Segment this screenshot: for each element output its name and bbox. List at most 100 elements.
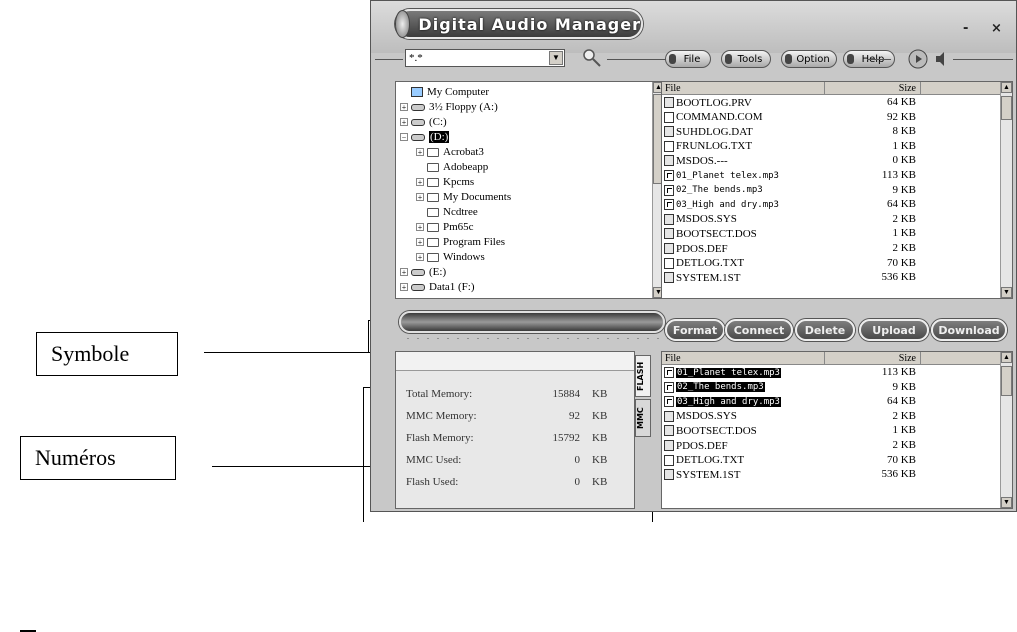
tree-item[interactable]: + Data1 (F:) [400, 280, 475, 294]
file-row[interactable]: BOOTSECT.DOS [662, 227, 757, 240]
tree-item[interactable]: + (E:) [400, 265, 446, 279]
expand-icon[interactable]: + [400, 283, 408, 292]
scroll-down-icon[interactable]: ▼ [1001, 287, 1012, 298]
scroll-up-icon[interactable]: ▲ [1001, 352, 1012, 363]
tree-item[interactable]: Ncdtree [416, 205, 478, 219]
expand-icon[interactable]: + [400, 268, 408, 277]
file-row[interactable]: 03_High and dry.mp3 [662, 395, 781, 408]
play-icon[interactable] [907, 48, 929, 70]
close-button[interactable]: × [991, 21, 1002, 36]
file-row[interactable]: MSDOS.SYS [662, 213, 737, 226]
folder-icon [427, 162, 439, 172]
column-header-size[interactable]: Size [824, 82, 920, 95]
volume-slider[interactable] [953, 59, 1013, 60]
expand-icon[interactable]: + [400, 118, 408, 127]
file-row[interactable]: MSDOS.--- [662, 154, 728, 167]
delete-button[interactable]: Delete [795, 319, 855, 341]
connect-button[interactable]: Connect [725, 319, 793, 341]
file-row[interactable]: SYSTEM.1ST [662, 271, 741, 284]
file-row[interactable]: 02_The bends.mp3 [662, 381, 765, 394]
callout-line-numeros [212, 466, 372, 467]
collapse-icon[interactable]: − [400, 133, 408, 142]
expand-icon[interactable]: + [416, 238, 424, 247]
tab-flash[interactable]: FLASH [635, 355, 651, 397]
file-row[interactable]: 02_The bends.mp3 [662, 184, 763, 197]
file-row[interactable]: BOOTSECT.DOS [662, 424, 757, 437]
tree-item[interactable]: + Windows [416, 250, 485, 264]
tree-item[interactable]: + Pm65c [416, 220, 474, 234]
tree-item[interactable]: Adobeapp [416, 160, 488, 174]
tree-item[interactable]: + My Documents [416, 190, 511, 204]
expand-icon[interactable] [416, 208, 424, 216]
system-file-icon [664, 469, 674, 481]
expand-icon[interactable]: + [416, 148, 424, 157]
search-icon[interactable] [581, 47, 603, 69]
file-row[interactable]: BOOTLOG.PRV [662, 96, 752, 109]
file-size: 536 KB [881, 468, 916, 481]
file-row[interactable]: 01_Planet telex.mp3 [662, 366, 781, 379]
memory-row: MMC Memory: 92 KB [406, 410, 626, 424]
file-row[interactable]: PDOS.DEF [662, 242, 728, 255]
tree-item[interactable]: − (D:) [400, 130, 450, 144]
app-window: Digital Audio Manager - × *.* ▼ File Tool… [370, 0, 1017, 512]
folder-icon [427, 147, 439, 157]
file-row[interactable]: FRUNLOG.TXT [662, 140, 752, 153]
upload-button[interactable]: Upload [859, 319, 929, 341]
symbol-display [399, 311, 665, 333]
scroll-down-icon[interactable]: ▼ [1001, 497, 1012, 508]
tree-item[interactable]: + Program Files [416, 235, 505, 249]
tree-item[interactable]: +3½ Floppy (A:) [400, 100, 498, 114]
scroll-up-icon[interactable]: ▲ [1001, 82, 1012, 93]
chevron-down-icon[interactable]: ▼ [549, 51, 563, 65]
tree-item-label: (E:) [429, 266, 447, 278]
file-row[interactable]: SYSTEM.1ST [662, 468, 741, 481]
floppy-icon [411, 103, 425, 111]
file-row[interactable]: 01_Planet telex.mp3 [662, 169, 779, 182]
callout-line-symbole-up [368, 320, 369, 353]
tree-item[interactable]: + Kpcms [416, 175, 474, 189]
file-row[interactable]: MSDOS.SYS [662, 410, 737, 423]
menu-tools[interactable]: Tools [721, 50, 771, 68]
column-header-size[interactable]: Size [824, 352, 920, 365]
minimize-button[interactable]: - [963, 21, 968, 36]
tree-item[interactable]: My Computer [400, 85, 489, 99]
folder-icon [427, 207, 439, 217]
file-row[interactable]: PDOS.DEF [662, 439, 728, 452]
volume-icon[interactable] [933, 50, 951, 68]
memory-row: Flash Used: 0 KB [406, 476, 626, 490]
memory-unit: KB [592, 432, 608, 444]
file-name: MSDOS.--- [676, 154, 728, 167]
expand-icon[interactable] [400, 88, 408, 96]
column-header-file[interactable]: File [662, 352, 824, 365]
file-row[interactable]: COMMAND.COM [662, 111, 763, 124]
expand-icon[interactable] [416, 163, 424, 171]
system-file-icon [664, 440, 674, 451]
expand-icon[interactable]: + [400, 103, 408, 112]
filter-combo[interactable]: *.* ▼ [405, 49, 565, 67]
pc-file-scrollbar[interactable]: ▲ ▼ [1000, 82, 1012, 298]
format-button[interactable]: Format [665, 319, 725, 341]
tree-item[interactable]: + Acrobat3 [416, 145, 484, 159]
file-row[interactable]: 03_High and dry.mp3 [662, 198, 779, 211]
device-file-scrollbar[interactable]: ▲ ▼ [1000, 352, 1012, 508]
expand-icon[interactable]: + [416, 178, 424, 187]
folder-icon [427, 192, 439, 202]
scroll-thumb[interactable] [1001, 96, 1012, 120]
expand-icon[interactable]: + [416, 253, 424, 262]
file-row[interactable]: DETLOG.TXT [662, 454, 744, 467]
scroll-thumb[interactable] [1001, 366, 1012, 396]
menu-option[interactable]: Option [781, 50, 837, 68]
download-button[interactable]: Download [931, 319, 1007, 341]
tab-mmc[interactable]: MMC [635, 399, 651, 437]
file-row[interactable]: SUHDLOG.DAT [662, 125, 753, 138]
memory-value: 92 [569, 410, 580, 422]
audio-file-icon [664, 170, 674, 181]
tree-item[interactable]: + (C:) [400, 115, 447, 129]
column-header-file[interactable]: File [662, 82, 824, 95]
system-file-icon [664, 410, 674, 422]
menu-file[interactable]: File [665, 50, 711, 68]
file-row[interactable]: DETLOG.TXT [662, 257, 744, 270]
expand-icon[interactable]: + [416, 193, 424, 202]
drive-icon [411, 283, 425, 291]
expand-icon[interactable]: + [416, 223, 424, 232]
